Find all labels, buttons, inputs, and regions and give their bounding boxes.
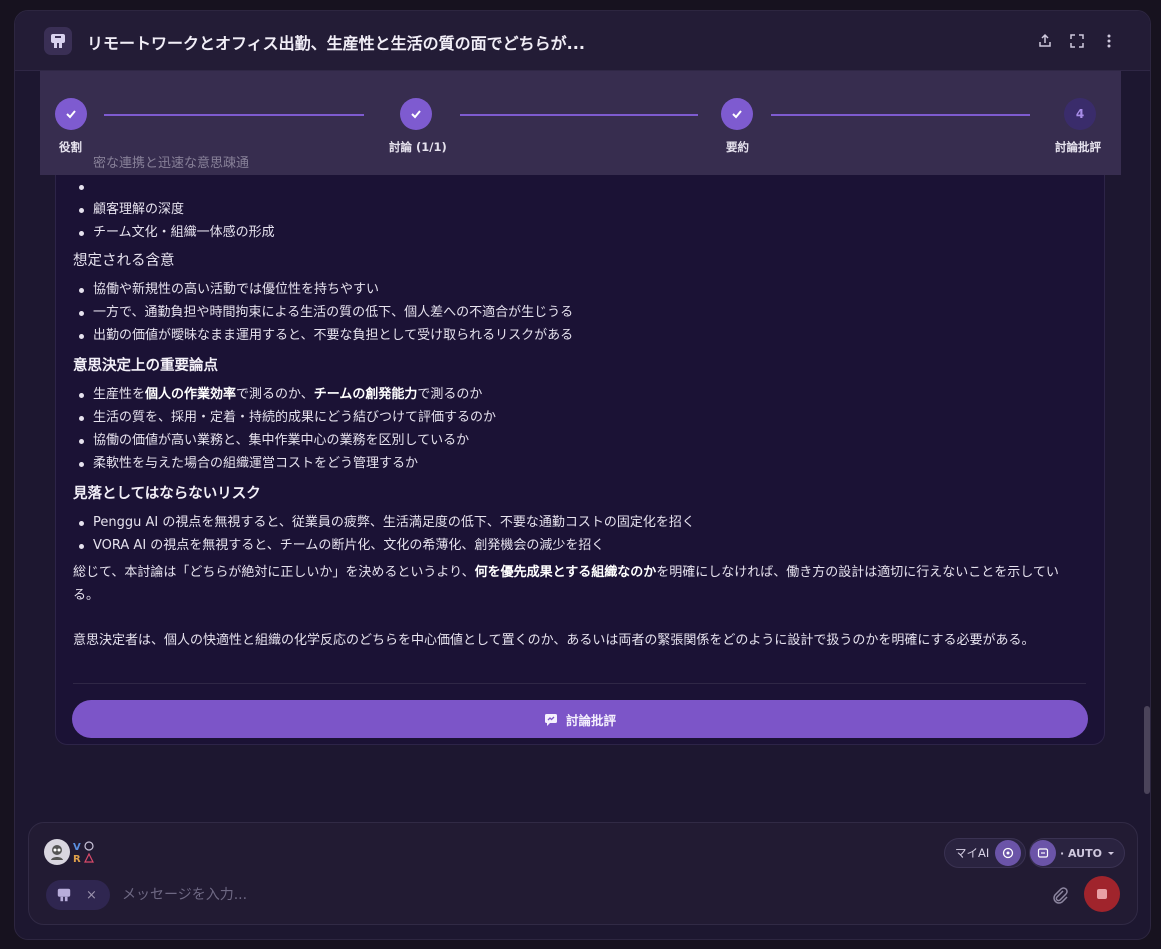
step-connector [771, 114, 1030, 116]
list-item: 生産性を個人の作業効率で測るのか、チームの創発能力で測るのか [73, 383, 1083, 406]
step-connector [104, 114, 364, 116]
chat-header: リモートワークとオフィス出勤、生産性と生活の質の面でどちらが... [15, 11, 1150, 71]
expand-icon[interactable] [1066, 30, 1088, 52]
vora-avatar: V R [71, 839, 97, 865]
risk-list: Penggu AI の視点を無視すると、従業員の疲弊、生活満足度の低下、不要な通… [73, 511, 1083, 557]
summary-content: 密な連携と迅速な意思疎通 顧客理解の深度 チーム文化・組織一体感の形成 想定され… [73, 156, 1083, 656]
list-item: 出勤の価値が曖昧なまま運用すると、不要な負担として受け取られるリスクがある [73, 324, 1083, 347]
step-4-number: 4 [1064, 98, 1096, 130]
list-item: 協働や新規性の高い活動では優位性を持ちやすい [73, 278, 1083, 301]
list-item: Penggu AI の視点を無視すると、従業員の疲弊、生活満足度の低下、不要な通… [73, 511, 1083, 534]
model-auto-selector[interactable]: · AUTO [1029, 838, 1125, 868]
debate-mode-icon [57, 888, 71, 902]
critique-icon [544, 713, 557, 726]
decision-list: 生産性を個人の作業効率で測るのか、チームの創発能力で測るのか 生活の質を、採用・… [73, 383, 1083, 475]
list-item: 一方で、通勤負担や時間拘束による生活の質の低下、個人差への不適合が生じうる [73, 301, 1083, 324]
message-input[interactable] [122, 883, 1022, 907]
step-4-label: 討論批評 [1055, 140, 1101, 154]
more-icon[interactable] [1098, 30, 1120, 52]
my-ai-label: マイAI [955, 846, 990, 860]
partial-list: 密な連携と迅速な意思疎通 顧客理解の深度 チーム文化・組織一体感の形成 [73, 156, 1083, 244]
decision-heading: 意思決定上の重要論点 [73, 358, 218, 374]
summary-card: 密な連携と迅速な意思疎通 顧客理解の深度 チーム文化・組織一体感の形成 想定され… [55, 156, 1105, 745]
share-icon[interactable] [1034, 30, 1056, 52]
user-avatar [44, 839, 70, 865]
chip-remove-icon[interactable]: × [86, 888, 97, 903]
chevron-down-icon [1107, 852, 1114, 855]
step-1-label: 役割 [59, 140, 82, 154]
implications-list: 協働や新規性の高い活動では優位性を持ちやすい 一方で、通勤負担や時間拘束による生… [73, 278, 1083, 347]
auto-label: · AUTO [1060, 846, 1102, 860]
stop-button[interactable] [1084, 876, 1120, 912]
my-ai-icon [995, 840, 1022, 866]
step-1-check-icon [55, 98, 87, 130]
step-3-label: 要約 [726, 140, 749, 154]
implications-heading: 想定される含意 [73, 253, 175, 269]
divider [73, 683, 1086, 684]
scrollbar-thumb[interactable] [1144, 706, 1150, 794]
summary-paragraph: 総じて、本討論は「どちらが絶対に正しいか」を決めるというより、何を優先成果とする… [73, 565, 1059, 603]
list-item: 生活の質を、採用・定着・持続的成果にどう結びつけて評価するのか [73, 406, 1083, 429]
model-icon [1030, 840, 1056, 866]
critique-button-label: 討論批評 [565, 712, 616, 728]
step-3-check-icon [721, 98, 753, 130]
closing-paragraph: 意思決定者は、個人の快適性と組織の化学反応のどちらを中心価値として置くのか、ある… [73, 633, 1035, 648]
risk-heading: 見落としてはならないリスク [73, 486, 261, 502]
debate-logo-icon [44, 27, 72, 55]
stop-icon [1097, 889, 1107, 899]
svg-text:R: R [73, 854, 81, 865]
step-2-label: 討論 (1/1) [389, 140, 447, 154]
list-item: チーム文化・組織一体感の形成 [73, 221, 1083, 244]
step-connector [460, 114, 698, 116]
critique-button[interactable]: 討論批評 [72, 700, 1088, 738]
my-ai-button[interactable]: マイAI [944, 838, 1027, 868]
list-item: VORA AI の視点を無視すると、チームの断片化、文化の希薄化、創発機会の減少… [73, 534, 1083, 557]
list-item: 顧客理解の深度 [73, 198, 1083, 221]
step-2-check-icon [400, 98, 432, 130]
chat-title: リモートワークとオフィス出勤、生産性と生活の質の面でどちらが... [87, 34, 585, 53]
selected-mode-chip[interactable]: × [46, 880, 110, 910]
list-item: 柔軟性を与えた場合の組織運営コストをどう管理するか [73, 452, 1083, 475]
svg-text:V: V [73, 842, 81, 853]
message-composer: V R マイAI · AUTO × [28, 822, 1138, 925]
app-window: リモートワークとオフィス出勤、生産性と生活の質の面でどちらが... 役割 討論 … [14, 10, 1151, 940]
attach-icon[interactable] [1049, 884, 1071, 906]
list-item: 協働の価値が高い業務と、集中作業中心の業務を区別しているか [73, 429, 1083, 452]
